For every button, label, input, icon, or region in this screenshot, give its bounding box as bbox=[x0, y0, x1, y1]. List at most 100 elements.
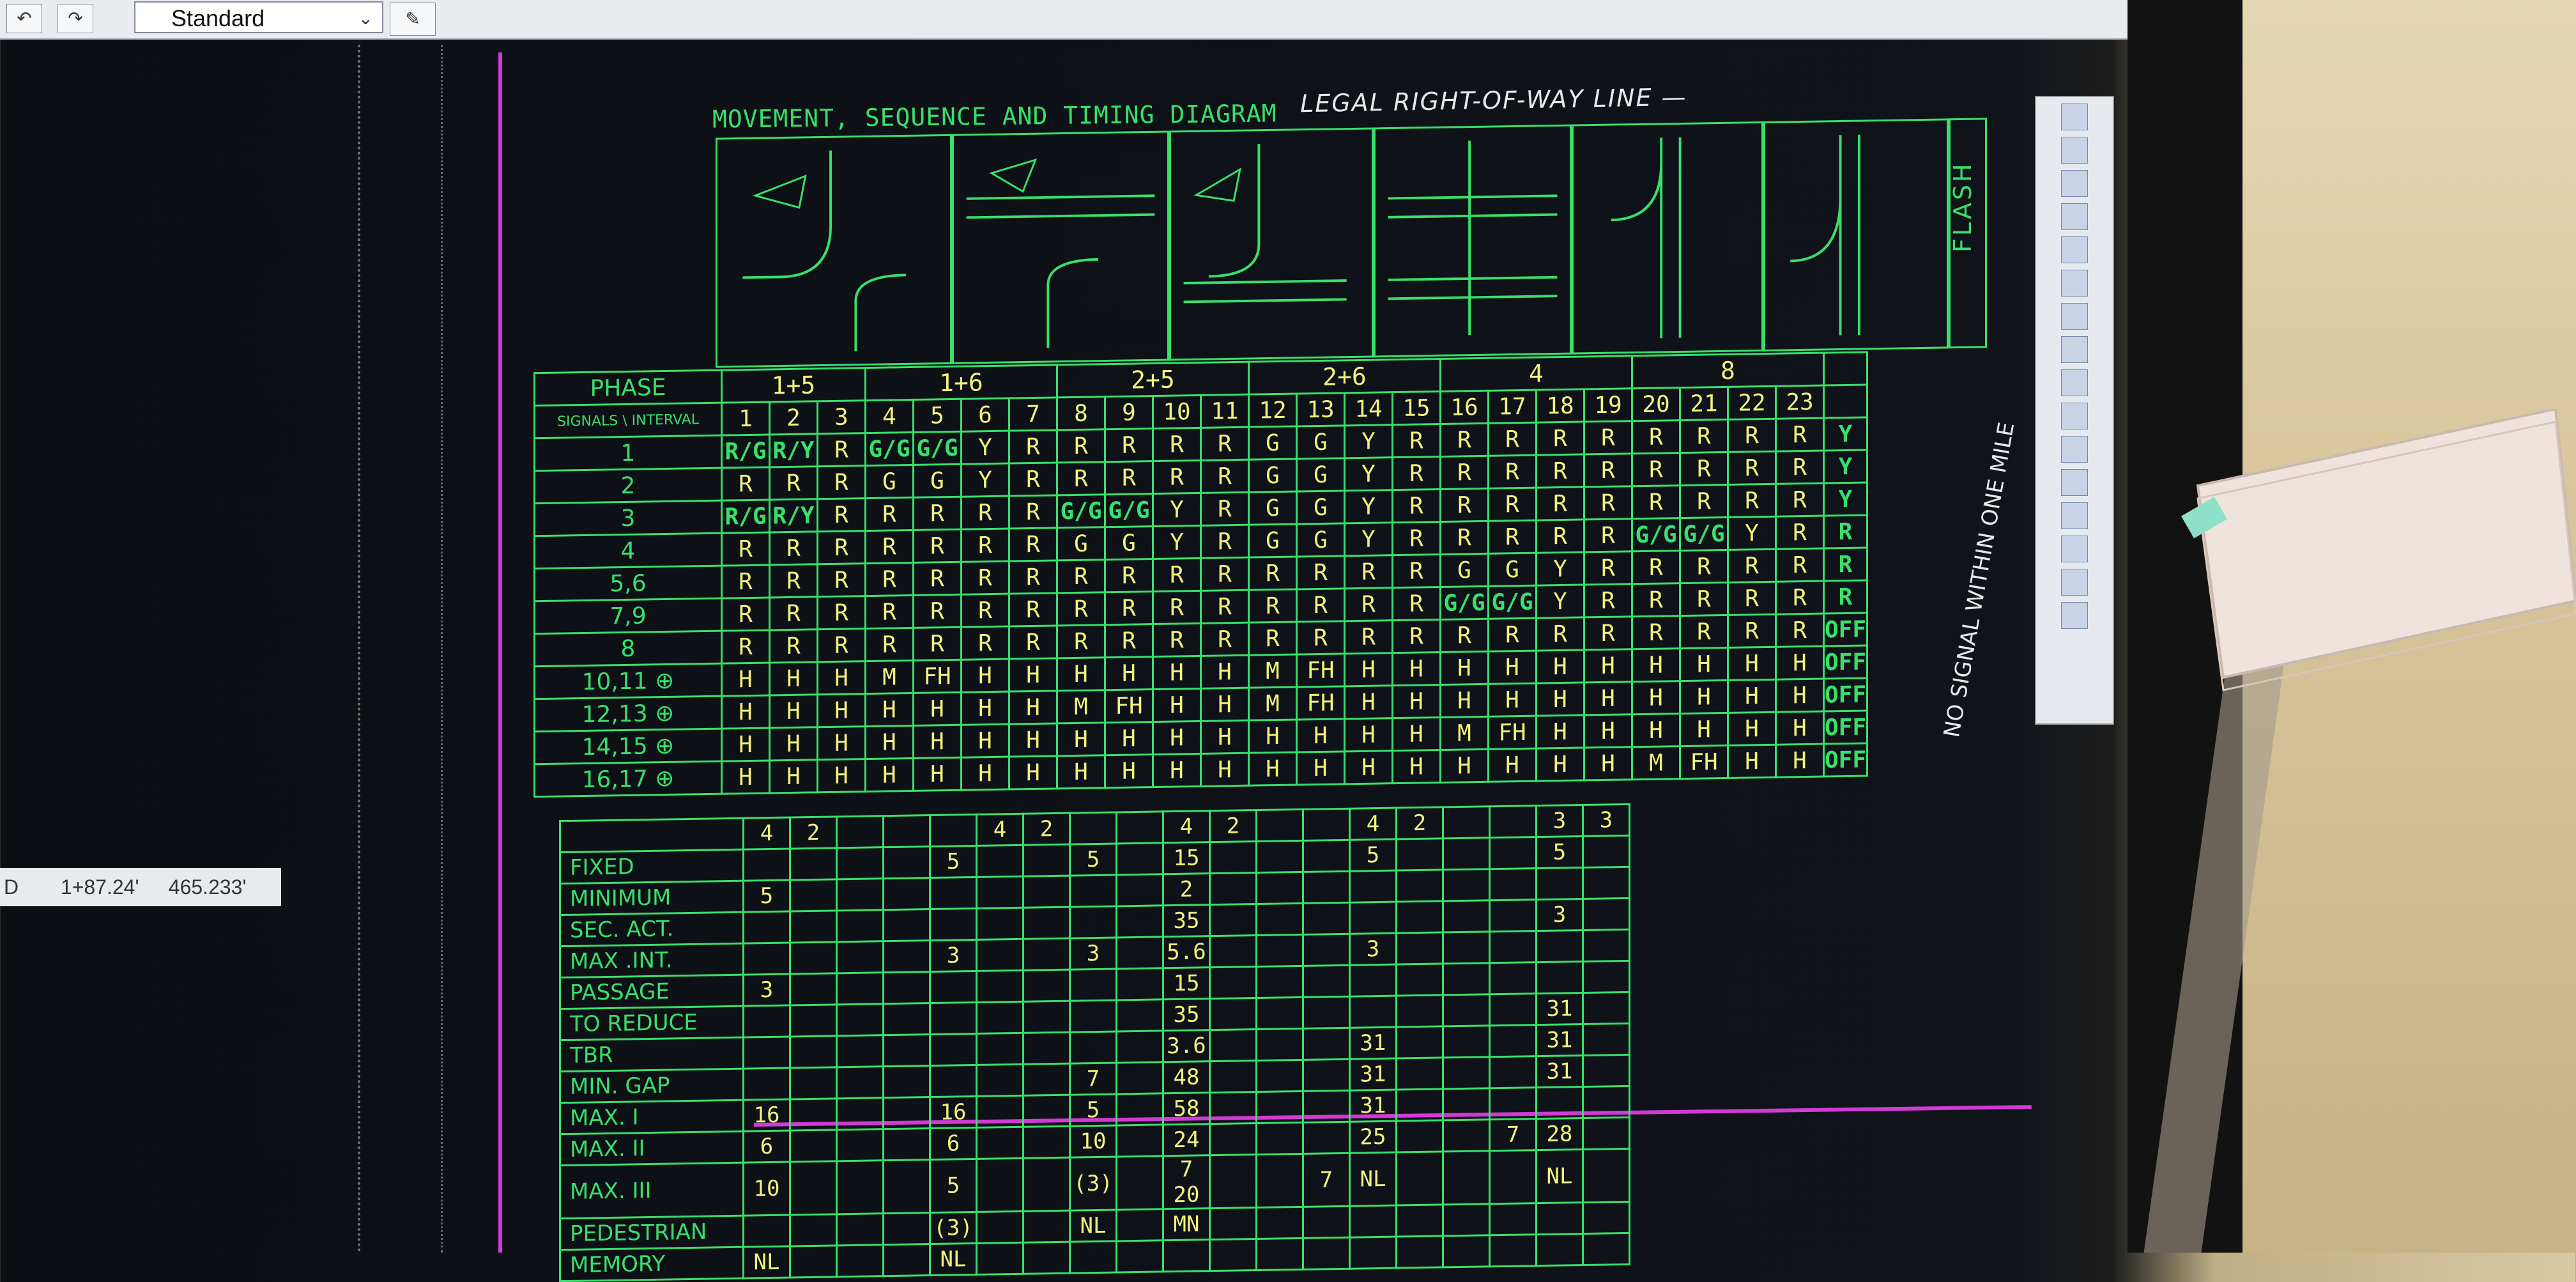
timing-value bbox=[1209, 841, 1257, 874]
timing-value bbox=[1583, 835, 1630, 868]
timing-value: 31 bbox=[1536, 992, 1583, 1025]
signal-indication: H bbox=[1536, 714, 1584, 749]
signal-indication: Y bbox=[1153, 493, 1201, 527]
timing-value bbox=[790, 1004, 837, 1037]
timing-value bbox=[1303, 1122, 1350, 1154]
join-icon[interactable] bbox=[2061, 502, 2088, 529]
timing-value bbox=[1489, 868, 1537, 900]
signal-indication: H bbox=[721, 695, 770, 729]
interval-number: 11 bbox=[1200, 394, 1249, 428]
timing-header-cell: 4 bbox=[743, 817, 790, 850]
timing-value bbox=[1209, 1207, 1257, 1240]
timing-value bbox=[1023, 1126, 1070, 1159]
interval-header: \ INTERVAL bbox=[618, 411, 699, 429]
signal-indication: H bbox=[865, 725, 914, 759]
timing-value bbox=[836, 1160, 884, 1214]
timing-value bbox=[1023, 1063, 1070, 1096]
copy-icon[interactable] bbox=[2061, 137, 2088, 164]
signal-indication: R bbox=[1632, 452, 1680, 486]
signal-indication: R bbox=[1105, 559, 1153, 592]
signal-indication: R bbox=[961, 594, 1009, 628]
timing-value bbox=[883, 1159, 930, 1214]
signal-indication: G bbox=[913, 464, 962, 498]
timing-value bbox=[836, 1244, 884, 1277]
rotate-icon[interactable] bbox=[2061, 303, 2088, 330]
signal-indication: H bbox=[1584, 649, 1632, 683]
trim-icon[interactable] bbox=[2061, 403, 2088, 429]
timing-header-cell: 2 bbox=[1209, 810, 1257, 842]
signal-indication: R bbox=[913, 562, 962, 596]
signal-indication: H bbox=[1344, 685, 1393, 719]
timing-value bbox=[1536, 930, 1583, 962]
timing-value bbox=[1209, 966, 1257, 999]
explode-icon[interactable] bbox=[2061, 602, 2088, 629]
timing-header-cell: 3 bbox=[1583, 804, 1630, 837]
signal-indication: R bbox=[769, 629, 818, 663]
timing-value: 31 bbox=[1536, 1055, 1583, 1088]
mirror-icon[interactable] bbox=[2061, 170, 2088, 197]
timing-value: 31 bbox=[1349, 1090, 1397, 1122]
timing-value bbox=[1536, 867, 1583, 900]
signal-indication: H bbox=[1296, 718, 1345, 753]
signal-indication: R bbox=[1440, 456, 1489, 490]
signal-indication: H bbox=[1105, 754, 1153, 788]
signal-indication: R bbox=[865, 628, 914, 661]
timing-value bbox=[790, 1067, 837, 1099]
signal-indication: H bbox=[1488, 651, 1537, 684]
timing-value: 7 bbox=[1070, 1062, 1117, 1095]
phase-2-6: 2+6 bbox=[1248, 359, 1441, 395]
undo-icon[interactable]: ↶ bbox=[6, 4, 42, 33]
interval-number: 20 bbox=[1632, 387, 1680, 421]
timing-value: 31 bbox=[1536, 1024, 1583, 1056]
timing-value bbox=[790, 1245, 837, 1278]
timing-value bbox=[1116, 1155, 1163, 1210]
timing-value bbox=[976, 876, 1023, 909]
signal-indication: H bbox=[1632, 648, 1680, 682]
array-icon[interactable] bbox=[2061, 236, 2088, 263]
flash-header-cell bbox=[1823, 351, 1867, 386]
signal-label: 4 bbox=[534, 533, 722, 569]
offset-icon[interactable] bbox=[2061, 203, 2088, 230]
timing-value: 16 bbox=[743, 1099, 790, 1132]
timing-value bbox=[790, 879, 837, 911]
scale-icon[interactable] bbox=[2061, 336, 2088, 363]
timing-value bbox=[976, 1158, 1023, 1212]
fillet-icon[interactable] bbox=[2061, 569, 2088, 596]
redo-icon[interactable]: ↷ bbox=[57, 4, 93, 33]
extend-icon[interactable] bbox=[2061, 436, 2088, 463]
text-style-select[interactable]: Standard ⌄ bbox=[134, 1, 383, 33]
signal-indication: H bbox=[1775, 646, 1824, 680]
stretch-icon[interactable] bbox=[2061, 369, 2088, 396]
layer-icon[interactable] bbox=[2061, 104, 2088, 130]
signal-indication: R bbox=[1680, 484, 1728, 518]
chamfer-icon[interactable] bbox=[2061, 536, 2088, 562]
timing-label: MINIMUM bbox=[560, 881, 744, 915]
chevron-down-icon[interactable]: ⌄ bbox=[358, 3, 373, 35]
timing-value bbox=[1209, 1123, 1257, 1155]
signal-indication: G/G bbox=[913, 431, 962, 465]
timing-value bbox=[1116, 1124, 1163, 1157]
timing-value bbox=[1443, 1150, 1490, 1205]
timing-value bbox=[1070, 1000, 1117, 1033]
interval-number: 13 bbox=[1296, 392, 1345, 427]
move-icon[interactable] bbox=[2061, 270, 2088, 297]
style-manager-icon[interactable]: ✎ bbox=[390, 3, 436, 36]
timing-value: 5.6 bbox=[1163, 936, 1210, 968]
break-icon[interactable] bbox=[2061, 469, 2088, 496]
interval-number: 1 bbox=[721, 401, 770, 436]
signal-indication: H bbox=[1680, 680, 1728, 714]
signal-label: 12,13 ⊕ bbox=[534, 696, 722, 732]
timing-table: 4 2 4 2 4 2 4 2 3 3 FIXED 5 5 15 5 5 MINIMUM 5 2 SEC. ACT. 3… bbox=[559, 803, 1630, 1282]
timing-value bbox=[1256, 1091, 1303, 1124]
signal-indication: R bbox=[1153, 428, 1201, 461]
signal-indication: R bbox=[1057, 559, 1105, 593]
phase-8: 8 bbox=[1632, 353, 1824, 389]
signal-indication: R bbox=[1488, 618, 1537, 652]
timing-value bbox=[1209, 1239, 1257, 1271]
movement-sketch-2-5 bbox=[1169, 127, 1374, 361]
timing-value: (3) bbox=[1070, 1156, 1117, 1211]
signal-indication: Y bbox=[961, 463, 1009, 497]
timing-header-cell bbox=[883, 815, 930, 847]
timing-value: 7 bbox=[1489, 1118, 1537, 1151]
flash-indication: Y bbox=[1823, 482, 1867, 516]
